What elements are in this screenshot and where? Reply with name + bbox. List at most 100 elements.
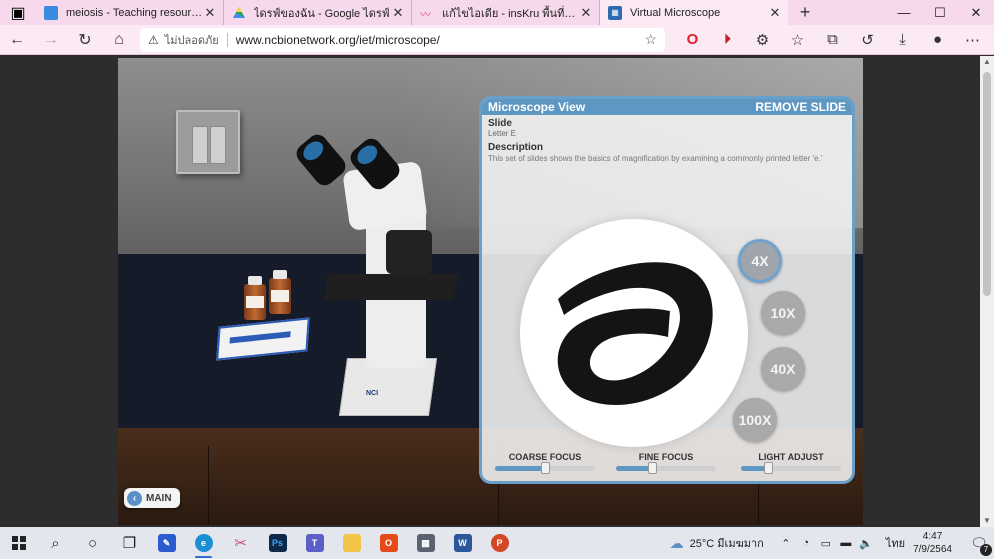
cortana-icon[interactable]: ○ [74,527,111,559]
calculator-icon[interactable]: ▦ [407,527,444,559]
tab-actions-button[interactable]: ▣ [0,0,36,25]
magnification-10x-button[interactable]: 10X [761,291,805,335]
tab-inskru[interactable]: 〰 แก้ไขไอเดีย - insKru พื้นที่แบ่งปันไอเ… [412,0,600,25]
home-button[interactable]: ⌂ [102,25,136,55]
microscope-stage[interactable] [323,274,459,300]
coarse-focus-slider[interactable] [495,462,595,474]
new-tab-button[interactable]: + [788,0,822,25]
photoshop-icon[interactable]: Ps [259,527,296,559]
tab-google-drive[interactable]: ไดรฟ์ของฉัน - Google ไดรฟ์ ✕ [224,0,412,25]
close-window-button[interactable]: ✕ [958,0,994,25]
volume-icon[interactable]: 🔈 [856,537,876,550]
magnification-100x-button[interactable]: 100X [733,398,777,442]
warning-icon[interactable]: ⚠ [148,33,159,47]
edge-icon[interactable]: e [185,527,222,559]
reagent-bottle[interactable] [244,276,266,320]
slider-handle[interactable] [764,462,773,474]
scroll-up-icon[interactable]: ▲ [980,56,994,68]
word-icon[interactable]: W [444,527,481,559]
task-view-icon[interactable]: ❐ [111,527,148,559]
extensions-icon[interactable]: ⚙ [745,25,780,55]
calculator-tile: ▦ [416,534,435,552]
whiteboard-tile: ✎ [157,534,176,552]
whiteboard-icon[interactable]: ✎ [148,527,185,559]
chevron-up-icon[interactable]: ⌃ [776,537,796,550]
slider-fill [495,466,545,471]
tab-title: meiosis - Teaching resources [66,6,203,19]
light-adjust-slider[interactable] [741,462,841,474]
address-bar[interactable]: ⚠ ไม่ปลอดภัย www.ncbionetwork.org/iet/mi… [140,27,665,52]
tab-close-icon[interactable]: ✕ [203,5,217,21]
opera-icon[interactable]: O [675,25,710,55]
powerpoint-icon[interactable]: P [481,527,518,559]
battery-icon[interactable]: ▬ [836,537,856,549]
eyepiece-left[interactable] [292,130,350,190]
powerpoint-tile: P [490,534,509,552]
tab-meiosis[interactable]: meiosis - Teaching resources ✕ [36,0,224,25]
system-tray: ☁ 25°C มีเมฆมาก ⌃ ◔ ▭ ▬ 🔈 ไทย 4:47 7/9/2… [670,527,994,559]
maximize-button[interactable]: ☐ [922,0,958,25]
clock[interactable]: 4:47 7/9/2564 [913,530,952,556]
notification-center-icon[interactable]: 🗨 7 [964,535,994,556]
tab-title: ไดรฟ์ของฉัน - Google ไดรฟ์ [254,7,390,20]
favorites-icon[interactable]: ☆ [780,25,815,55]
office-tile: O [379,534,398,552]
downloads-icon[interactable]: ⤓ [885,25,920,55]
tab-actions-icon: ▣ [10,4,26,22]
tab-close-icon[interactable]: ✕ [391,5,405,21]
slider-handle[interactable] [648,462,657,474]
add-favorite-icon[interactable]: ☆ [644,31,657,48]
start-icon[interactable] [0,527,37,559]
more-icon[interactable]: ⋯ [955,25,990,55]
main-button[interactable]: ‹ MAIN [124,488,180,508]
lab-scene: NCI ‹ MAIN Microscope View REMOVE SLIDE … [118,58,863,525]
minimize-button[interactable]: — [886,0,922,25]
clock-date: 7/9/2564 [913,544,952,555]
security-label[interactable]: ไม่ปลอดภัย [165,31,219,49]
slider-handle[interactable] [541,462,550,474]
history-icon[interactable]: ↺ [850,25,885,55]
file-explorer-icon[interactable] [333,527,370,559]
teams-icon[interactable]: T [296,527,333,559]
page-scrollbar[interactable]: ▲ ▼ [980,56,994,527]
tab-virtual-microscope[interactable]: ▦ Virtual Microscope ✕ [600,0,788,25]
reagent-bottle[interactable] [269,270,291,314]
teams-tile: T [305,534,324,552]
reload-button[interactable]: ↻ [68,25,102,55]
inskru-favicon-icon: 〰 [420,8,431,21]
tab-title: แก้ไขไอเดีย - insKru พื้นที่แบ่งปันไอเดี… [442,7,579,20]
scroll-down-icon[interactable]: ▼ [980,515,994,527]
url-text[interactable]: www.ncbionetwork.org/iet/microscope/ [236,33,645,47]
profile-icon[interactable]: ● [920,25,955,55]
office-icon[interactable]: O [370,527,407,559]
weather-text: 25°C มีเมฆมาก [689,538,764,550]
slide-heading: Slide [488,118,512,129]
tab-close-icon[interactable]: ✕ [579,5,593,21]
microscope-nosepiece[interactable] [386,230,432,274]
input-language[interactable]: ไทย [886,534,905,552]
file-explorer-tile [342,534,361,552]
forward-button[interactable]: → [34,25,68,55]
remove-slide-button[interactable]: REMOVE SLIDE [755,100,846,114]
word-tile: W [453,534,472,552]
fine-focus-slider[interactable] [616,462,716,474]
coarse-focus-label: COARSE FOCUS [508,452,582,462]
snip-icon[interactable]: ✂ [222,527,259,559]
wifi-icon[interactable]: ◔ [796,537,816,549]
microscope-view-panel: Microscope View REMOVE SLIDE Slide Lette… [479,96,855,484]
back-button[interactable]: ← [0,25,34,55]
tab-strip: ▣ meiosis - Teaching resources ✕ ไดรฟ์ขอ… [0,0,994,25]
magnification-4x-button[interactable]: 4X [738,239,782,283]
device-icon[interactable]: ▭ [816,537,836,550]
magnification-40x-button[interactable]: 40X [761,347,805,391]
scrollbar-thumb[interactable] [983,72,991,296]
microscope-field-of-view[interactable] [520,219,748,447]
search-icon[interactable]: ⌕ [37,527,74,559]
light-switch [176,110,240,174]
collections-icon[interactable]: ⧉ [815,25,850,55]
media-icon[interactable]: ⏵ [710,25,745,55]
virtual-microscope-favicon-icon: ▦ [608,5,622,20]
weather-widget[interactable]: ☁ 25°C มีเมฆมาก [670,534,764,552]
tab-close-icon[interactable]: ✕ [768,5,782,21]
page-viewport: NCI ‹ MAIN Microscope View REMOVE SLIDE … [0,56,994,527]
